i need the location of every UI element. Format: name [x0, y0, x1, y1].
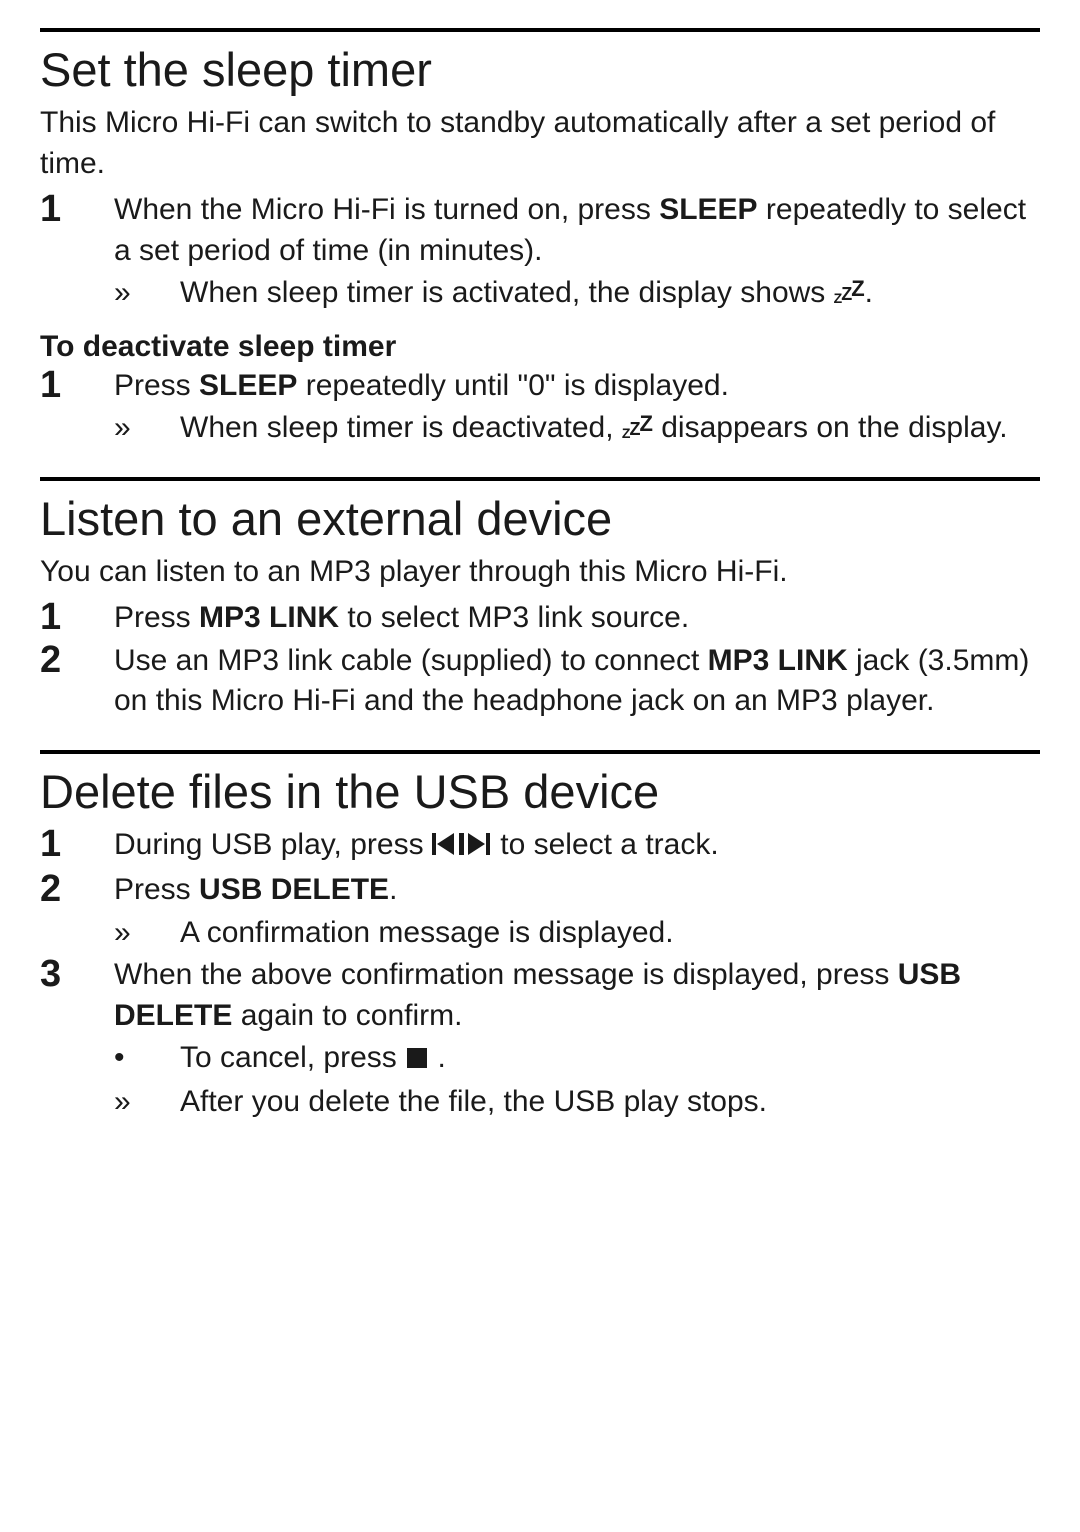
bullet-mark: »: [114, 408, 164, 449]
sub-text: A confirmation message is displayed.: [180, 916, 674, 949]
text: .: [389, 873, 397, 906]
section-external: Listen to an external device You can list…: [40, 477, 1040, 722]
text: To cancel, press: [180, 1041, 405, 1074]
bullet-mark: »: [114, 913, 164, 954]
steps-list: 1When the Micro Hi-Fi is turned on, pres…: [40, 190, 1040, 314]
text: Press: [114, 369, 199, 402]
text: A confirmation message is displayed.: [180, 916, 674, 949]
section-sleep: Set the sleep timer This Micro Hi-Fi can …: [40, 28, 1040, 449]
text: to select MP3 link source.: [339, 601, 689, 634]
step-item: 1When the Micro Hi-Fi is turned on, pres…: [40, 190, 1040, 314]
step-item: 2Press USB DELETE.»A confirmation messag…: [40, 870, 1040, 953]
step-item: 1Press SLEEP repeatedly until "0" is dis…: [40, 366, 1040, 449]
text: When sleep timer is deactivated,: [180, 411, 622, 444]
text: Press: [114, 873, 199, 906]
key-label: SLEEP: [199, 369, 297, 402]
text: When sleep timer is activated, the displ…: [180, 276, 834, 309]
step-text: When the above confirmation message is d…: [114, 958, 961, 1032]
sub-list: » When sleep timer is activated, the disp…: [114, 273, 1040, 314]
sub-text: When sleep timer is activated, the displ…: [180, 276, 873, 309]
sub-heading: To deactivate sleep timer: [40, 330, 1040, 364]
prev-next-track-icon: [432, 828, 492, 869]
sub-item: » After you delete the file, the USB play…: [114, 1082, 1040, 1123]
steps-list: 1Press MP3 LINK to select MP3 link sourc…: [40, 598, 1040, 722]
text: .: [865, 276, 873, 309]
section-title: Delete files in the USB device: [40, 764, 1040, 819]
steps-list: 1During USB play, press to select a trac…: [40, 825, 1040, 1123]
step-number: 1: [40, 819, 100, 870]
sub-item: » When sleep timer is activated, the disp…: [114, 273, 1040, 314]
sub-list: » When sleep timer is deactivated, ZZZ di…: [114, 408, 1040, 449]
step-item: 1During USB play, press to select a trac…: [40, 825, 1040, 869]
section-usb: Delete files in the USB device1During US…: [40, 750, 1040, 1123]
text: After you delete the file, the USB play …: [180, 1085, 767, 1118]
sub-item: • To cancel, press .: [114, 1038, 1040, 1082]
step-text: When the Micro Hi-Fi is turned on, press…: [114, 193, 1026, 267]
stop-icon: [405, 1041, 429, 1082]
section-intro: You can listen to an MP3 player through …: [40, 552, 1040, 593]
text: When the above confirmation message is d…: [114, 958, 898, 991]
steps-list: 1Press SLEEP repeatedly until "0" is dis…: [40, 366, 1040, 449]
sub-text: To cancel, press .: [180, 1041, 446, 1074]
sub-list: • To cancel, press . » After you delete the…: [114, 1038, 1040, 1122]
key-label: MP3 LINK: [708, 644, 848, 677]
text: .: [429, 1041, 446, 1074]
step-number: 2: [40, 635, 100, 686]
step-number: 1: [40, 184, 100, 235]
bullet-mark: •: [114, 1038, 164, 1079]
sub-list: » A confirmation message is displayed.: [114, 913, 1040, 954]
text: Press: [114, 601, 199, 634]
step-number: 2: [40, 864, 100, 915]
text: When the Micro Hi-Fi is turned on, press: [114, 193, 659, 226]
sub-item: » When sleep timer is deactivated, ZZZ di…: [114, 408, 1040, 449]
step-item: 2Use an MP3 link cable (supplied) to con…: [40, 641, 1040, 722]
section-intro: This Micro Hi-Fi can switch to standby a…: [40, 103, 1040, 184]
step-number: 1: [40, 360, 100, 411]
section-title: Listen to an external device: [40, 491, 1040, 546]
sub-item: » A confirmation message is displayed.: [114, 913, 1040, 954]
text: again to confirm.: [232, 999, 462, 1032]
section-title: Set the sleep timer: [40, 42, 1040, 97]
text: repeatedly until "0" is displayed.: [297, 369, 729, 402]
step-text: Use an MP3 link cable (supplied) to conn…: [114, 644, 1029, 718]
bullet-mark: »: [114, 1082, 164, 1123]
step-text: Press MP3 LINK to select MP3 link source…: [114, 601, 689, 634]
key-label: MP3 LINK: [199, 601, 339, 634]
text: During USB play, press: [114, 828, 432, 861]
step-text: During USB play, press to select a track…: [114, 828, 719, 861]
bullet-mark: »: [114, 273, 164, 314]
step-text: Press USB DELETE.: [114, 873, 397, 906]
step-text: Press SLEEP repeatedly until "0" is disp…: [114, 369, 729, 402]
sub-text: When sleep timer is deactivated, ZZZ dis…: [180, 411, 1008, 444]
key-label: SLEEP: [659, 193, 757, 226]
step-item: 3When the above confirmation message is …: [40, 955, 1040, 1122]
manual-page: Set the sleep timer This Micro Hi-Fi can …: [0, 0, 1080, 1190]
text: disappears on the display.: [653, 411, 1008, 444]
step-item: 1Press MP3 LINK to select MP3 link sourc…: [40, 598, 1040, 639]
text: Use an MP3 link cable (supplied) to conn…: [114, 644, 708, 677]
text: to select a track.: [492, 828, 719, 861]
step-number: 3: [40, 949, 100, 1000]
sub-text: After you delete the file, the USB play …: [180, 1085, 767, 1118]
key-label: USB DELETE: [199, 873, 389, 906]
